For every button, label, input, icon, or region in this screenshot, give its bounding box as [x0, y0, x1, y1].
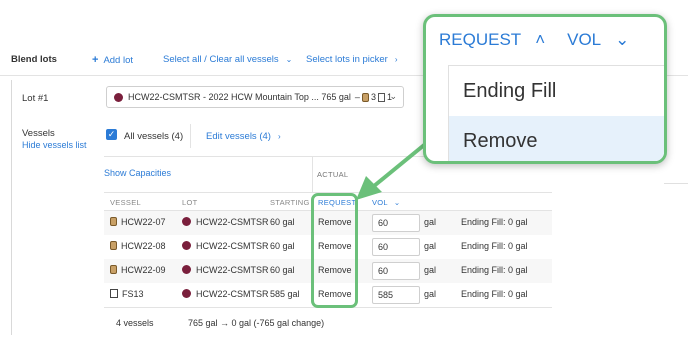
menu-item-remove[interactable]: Remove	[449, 116, 664, 161]
popup-header: REQUEST ˄ VOL ⌄	[439, 30, 629, 50]
popup-header-request[interactable]: REQUEST	[439, 30, 521, 49]
popup-header-vol[interactable]: VOL	[567, 30, 601, 49]
request-menu: Ending Fill Remove	[448, 65, 664, 161]
divider	[664, 183, 688, 184]
chevron-up-icon: ˄	[535, 30, 546, 49]
page: Blend lots + Add lot Select all / Clear a…	[0, 0, 688, 343]
chevron-down-icon: ⌄	[615, 30, 630, 49]
menu-item-ending-fill[interactable]: Ending Fill	[449, 66, 664, 116]
request-dropdown-zoom: REQUEST ˄ VOL ⌄ Ending Fill Remove	[423, 14, 667, 164]
